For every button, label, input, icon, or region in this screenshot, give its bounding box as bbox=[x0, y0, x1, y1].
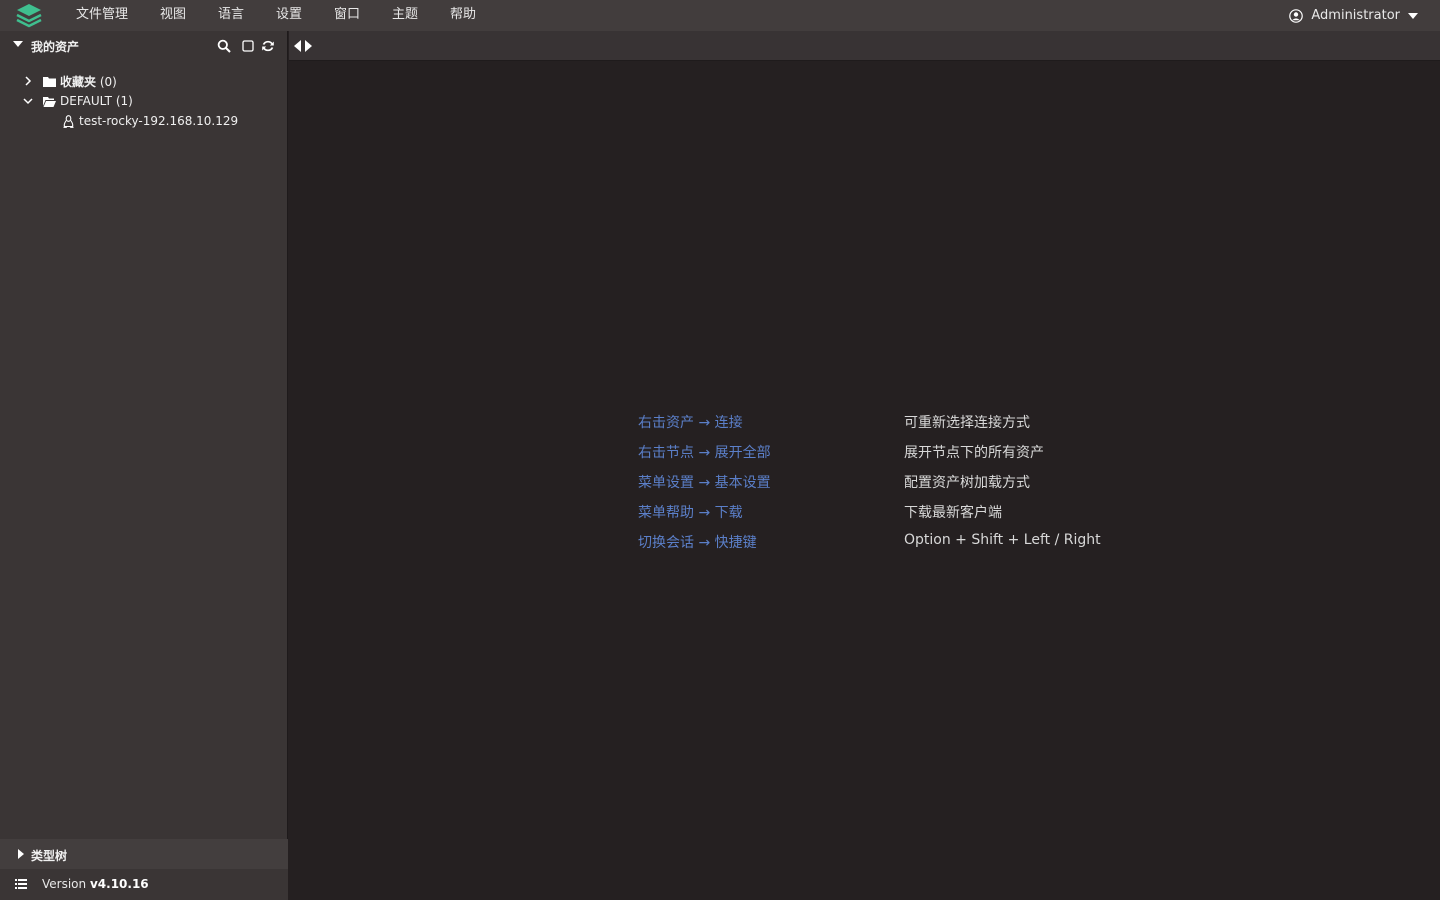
hint-description: 展开节点下的所有资产 bbox=[904, 445, 1044, 461]
type-tree-label: 类型树 bbox=[31, 849, 68, 863]
chevron-down-icon[interactable] bbox=[22, 95, 34, 107]
version-label: Version bbox=[42, 877, 87, 891]
main-area: 右击资产 → 连接 可重新选择连接方式 右击节点 → 展开全部 展开节点下的所有… bbox=[289, 31, 1440, 900]
hint-action: 菜单设置 → 基本设置 bbox=[638, 475, 771, 491]
asset-name: test-rocky-192.168.10.129 bbox=[79, 114, 239, 128]
hint-description: 配置资产树加载方式 bbox=[904, 475, 1030, 491]
tree-node-default[interactable]: DEFAULT (1) bbox=[22, 91, 133, 111]
menu-theme[interactable]: 主题 bbox=[392, 0, 418, 31]
list-menu-icon[interactable] bbox=[15, 879, 27, 889]
linux-icon bbox=[63, 114, 74, 128]
version-bar: Version v4.10.16 bbox=[0, 869, 288, 900]
asset-panel-title: 我的资产 bbox=[31, 40, 80, 54]
menu-bar: 文件管理 视图 语言 设置 窗口 主题 帮助 Administrator bbox=[0, 0, 1440, 31]
refresh-icon[interactable] bbox=[261, 39, 275, 53]
tree-node-favorites[interactable]: 收藏夹 (0) bbox=[22, 71, 117, 91]
tree-node-count: (0) bbox=[99, 74, 117, 89]
arrow-right-icon[interactable] bbox=[304, 40, 313, 52]
hint-description: 下载最新客户端 bbox=[904, 505, 1002, 521]
square-icon[interactable] bbox=[241, 39, 255, 53]
type-tree-section[interactable]: 类型树 bbox=[0, 839, 288, 869]
hint-action: 右击资产 → 连接 bbox=[638, 415, 743, 431]
hint-description: 可重新选择连接方式 bbox=[904, 415, 1030, 431]
caret-down-icon bbox=[1408, 12, 1418, 19]
folder-open-icon bbox=[43, 96, 56, 107]
expand-triangle-icon[interactable] bbox=[18, 849, 24, 859]
tree-node-count: (1) bbox=[115, 94, 133, 108]
tree-node-label: DEFAULT bbox=[60, 94, 112, 108]
asset-sidebar: 我的资产 收藏夹 (0) DEFAULT (1) test-rocky-192.… bbox=[0, 31, 288, 900]
collapse-triangle-icon[interactable] bbox=[13, 41, 23, 47]
menu-file-management[interactable]: 文件管理 bbox=[76, 0, 128, 31]
menu-view[interactable]: 视图 bbox=[160, 0, 186, 31]
menu-help[interactable]: 帮助 bbox=[450, 0, 476, 31]
tree-node-asset[interactable]: test-rocky-192.168.10.129 bbox=[62, 111, 238, 131]
user-name: Administrator bbox=[1311, 8, 1400, 23]
chevron-right-icon[interactable] bbox=[22, 75, 34, 87]
user-circle-icon bbox=[1289, 8, 1304, 23]
hint-action: 右击节点 → 展开全部 bbox=[638, 445, 771, 461]
session-tab-bar bbox=[289, 31, 1440, 61]
user-menu[interactable]: Administrator bbox=[1289, 0, 1418, 31]
arrow-left-icon[interactable] bbox=[293, 40, 302, 52]
tree-node-label: 收藏夹 bbox=[60, 74, 97, 89]
folder-icon bbox=[43, 76, 56, 87]
menu-window[interactable]: 窗口 bbox=[334, 0, 360, 31]
version-text: Version v4.10.16 bbox=[42, 877, 149, 891]
hint-description: Option + Shift + Left / Right bbox=[904, 532, 1101, 548]
hint-action: 切换会话 → 快捷键 bbox=[638, 535, 757, 551]
search-icon[interactable] bbox=[217, 39, 231, 53]
app-logo-icon bbox=[16, 4, 42, 28]
menu-language[interactable]: 语言 bbox=[218, 0, 244, 31]
hint-action: 菜单帮助 → 下载 bbox=[638, 505, 743, 521]
menu-settings[interactable]: 设置 bbox=[276, 0, 302, 31]
version-number: v4.10.16 bbox=[89, 877, 149, 891]
asset-panel-header[interactable]: 我的资产 bbox=[0, 31, 288, 61]
